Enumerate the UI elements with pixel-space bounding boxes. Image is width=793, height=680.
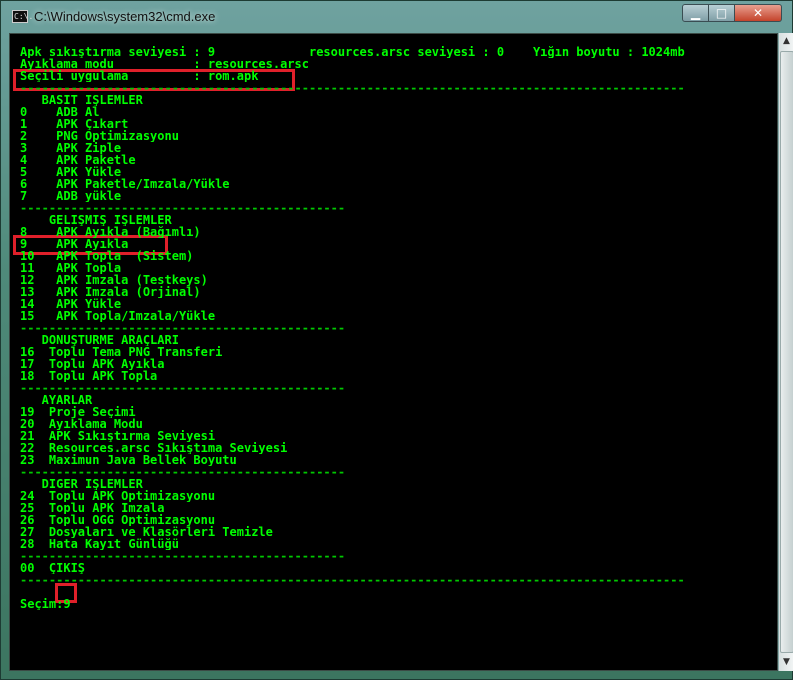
menu-option: 14 APK Yükle [20, 298, 122, 310]
menu-option: 4 APK Paketle [20, 154, 136, 166]
vertical-scrollbar[interactable]: ▲ ▼ [778, 33, 793, 671]
menu-option: 28 Hata Kayıt Günlüğü [20, 538, 179, 550]
menu-option: 10 APK Topla (Sistem) [20, 250, 194, 262]
status-line: Apk sıkıştırma seviyesi : 9 resources.ar… [20, 46, 685, 58]
maximize-button[interactable]: □ [709, 4, 735, 22]
window-title: C:\Windows\system32\cmd.exe [34, 9, 216, 24]
menu-option: 18 Toplu APK Topla [20, 370, 158, 382]
separator-line: ----------------------------------------… [20, 382, 346, 394]
menu-option: 25 Toplu APK İmzala [20, 502, 165, 514]
section-heading: AYARLAR [20, 394, 93, 406]
scroll-thumb[interactable] [780, 51, 793, 653]
title-bar[interactable]: C:\. C:\Windows\system32\cmd.exe ▁ □ ✕ [1, 1, 793, 33]
menu-option: 5 APK Yükle [20, 166, 122, 178]
menu-option: 17 Toplu APK Ayıkla [20, 358, 165, 370]
console-output[interactable]: Apk sıkıştırma seviyesi : 9 resources.ar… [9, 33, 778, 671]
menu-option: 12 APK İmzala (Testkeys) [20, 274, 208, 286]
menu-option: 27 Dosyaları ve Klasörleri Temizle [20, 526, 273, 538]
menu-option: 9 APK Ayıkla [20, 238, 129, 250]
menu-option: 19 Proje Seçimi [20, 406, 136, 418]
menu-option: 7 ADB yükle [20, 190, 122, 202]
menu-option: 20 Ayıklama Modu [20, 418, 143, 430]
status-line: Seçili uygulama : rom.apk [20, 70, 259, 82]
window-controls: ▁ □ ✕ [682, 4, 782, 22]
menu-option: 26 Toplu OGG Optimizasyonu [20, 514, 216, 526]
section-heading: DÖNÜŞTÜRME ARAÇLARI [20, 334, 179, 346]
menu-option: 15 APK Topla/İmzala/Yükle [20, 310, 216, 322]
close-button[interactable]: ✕ [735, 4, 782, 22]
menu-option: 24 Toplu APK Optimizasyonu [20, 490, 216, 502]
menu-option: 11 APK Topla [20, 262, 122, 274]
cmd-window: C:\. C:\Windows\system32\cmd.exe ▁ □ ✕ A… [0, 0, 793, 680]
scroll-up-icon[interactable]: ▲ [779, 33, 793, 50]
menu-option: 0 ADB Al [20, 106, 100, 118]
menu-option: 1 APK Çıkart [20, 118, 129, 130]
menu-option: 21 APK Sıkıştırma Seviyesi [20, 430, 216, 442]
menu-option: 3 APK Ziple [20, 142, 122, 154]
menu-option: 2 PNG Optimizasyonu [20, 130, 179, 142]
menu-option: 22 Resources.arsc Sıkıştıma Seviyesi [20, 442, 288, 454]
menu-option: 00 ÇIKIŞ [20, 562, 86, 574]
menu-option: 13 APK İmzala (Orjinal) [20, 286, 201, 298]
section-heading: BASİT İŞLEMLER [20, 94, 143, 106]
section-heading: DİĞER İŞLEMLER [20, 478, 143, 490]
separator-line: ----------------------------------------… [20, 322, 346, 334]
separator-line: ----------------------------------------… [20, 466, 346, 478]
cmd-app-icon[interactable]: C:\. [12, 10, 33, 23]
menu-option: 23 Maximun Java Bellek Boyutu [20, 454, 237, 466]
separator-line: ----------------------------------------… [20, 550, 346, 562]
menu-option: 6 APK Paketle/İmzala/Yükle [20, 178, 230, 190]
selection-prompt: Seçim:9 [20, 598, 71, 610]
status-line: Ayıklama modu : resources.arsc [20, 58, 309, 70]
separator-line: ----------------------------------------… [20, 202, 346, 214]
separator-line: ----------------------------------------… [20, 574, 685, 586]
menu-option: 8 APK Ayıkla (Bağımlı) [20, 226, 201, 238]
section-heading: GELİŞMİŞ İŞLEMLER [20, 214, 172, 226]
menu-option: 16 Toplu Tema PNG Transferi [20, 346, 223, 358]
separator-line: ----------------------------------------… [20, 82, 685, 94]
minimize-button[interactable]: ▁ [682, 4, 709, 22]
scroll-down-icon[interactable]: ▼ [779, 654, 793, 671]
